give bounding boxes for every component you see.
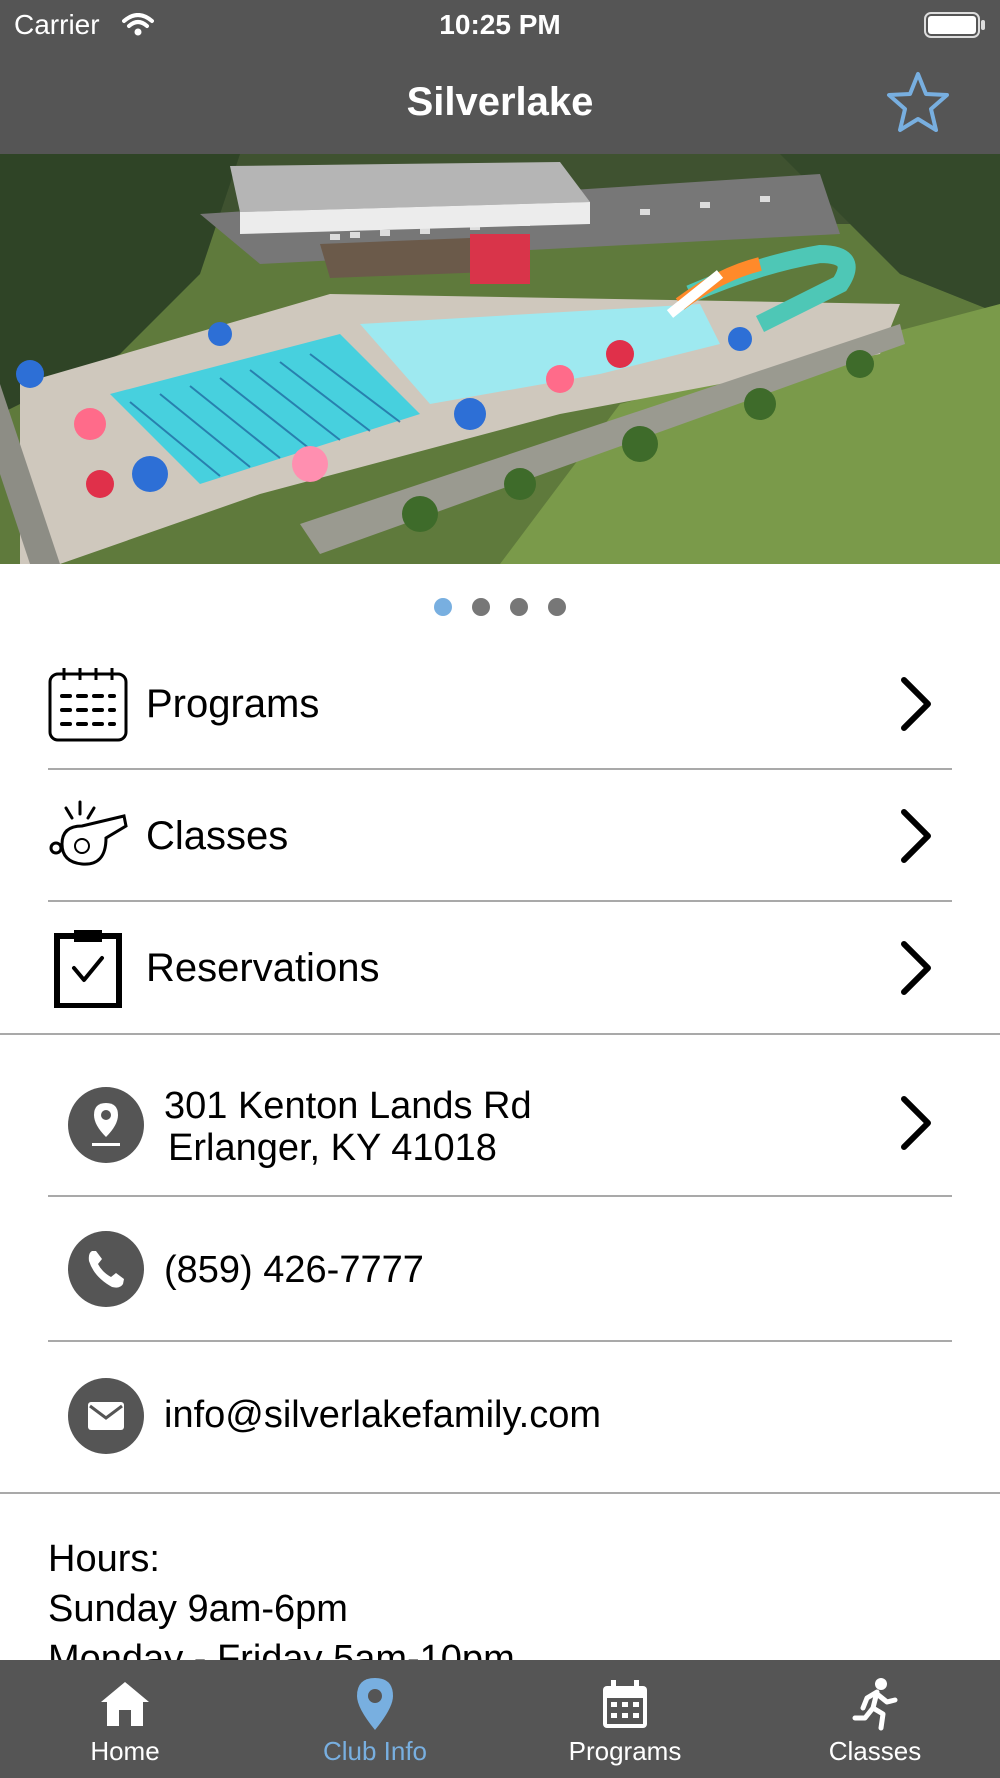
address-row[interactable]: 301 Kenton Lands Rd Erlanger, KY 41018 — [48, 1035, 952, 1197]
section-divider — [0, 1492, 1000, 1494]
menu-label-classes: Classes — [146, 814, 289, 858]
phone-number: (859) 426-7777 — [164, 1249, 424, 1291]
whistle-icon — [48, 796, 128, 876]
menu-row-programs[interactable]: Programs — [48, 638, 952, 770]
menu-row-classes[interactable]: Classes — [48, 770, 952, 902]
tab-label: Club Info — [322, 1736, 428, 1766]
star-icon[interactable] — [886, 70, 950, 139]
status-time: 10:25 PM — [439, 9, 561, 40]
status-bar: Carrier 10:25 PM — [0, 0, 1000, 50]
chevron-right-icon — [898, 676, 934, 737]
map-pin-icon — [347, 1676, 403, 1737]
page-dot[interactable] — [434, 598, 452, 616]
page-dot[interactable] — [510, 598, 528, 616]
carousel-page-indicator[interactable] — [0, 598, 1000, 622]
club-photo-carousel[interactable] — [0, 154, 1000, 564]
chevron-right-icon — [898, 940, 934, 1001]
tab-label: Classes — [828, 1736, 922, 1766]
calendar-icon — [48, 664, 128, 744]
navigation-bar: Silverlake — [0, 50, 1000, 154]
tab-classes[interactable]: Classes — [750, 1660, 1000, 1778]
hours-heading: Hours: — [48, 1538, 160, 1580]
phone-icon — [68, 1231, 144, 1307]
chevron-right-icon — [898, 1095, 934, 1156]
tab-home[interactable]: Home — [0, 1660, 250, 1778]
battery-icon — [924, 12, 986, 45]
map-pin-icon — [68, 1087, 144, 1163]
envelope-icon — [68, 1378, 144, 1454]
tab-programs[interactable]: Programs — [500, 1660, 750, 1778]
calendar-icon — [597, 1676, 653, 1737]
tab-label: Home — [90, 1736, 160, 1766]
page-dot[interactable] — [472, 598, 490, 616]
tab-bar: Home Club Info Programs Classes — [0, 1660, 1000, 1778]
chevron-right-icon — [898, 808, 934, 869]
email-row[interactable]: info@silverlakefamily.com — [48, 1342, 952, 1492]
email-address: info@silverlakefamily.com — [164, 1394, 601, 1436]
page-dot[interactable] — [548, 598, 566, 616]
hours-line: Sunday 9am-6pm — [48, 1588, 348, 1630]
clipboard-check-icon — [48, 928, 128, 1009]
phone-row[interactable]: (859) 426-7777 — [48, 1197, 952, 1342]
tab-club-info[interactable]: Club Info — [250, 1660, 500, 1778]
menu-row-reservations[interactable]: Reservations — [48, 902, 952, 1034]
address-line-1: 301 Kenton Lands Rd — [164, 1085, 532, 1127]
menu-label-reservations: Reservations — [146, 946, 380, 990]
home-icon — [97, 1676, 153, 1737]
tab-label: Programs — [568, 1736, 682, 1766]
running-person-icon — [847, 1676, 903, 1737]
address-line-2: Erlanger, KY 41018 — [168, 1127, 497, 1169]
menu-label-programs: Programs — [146, 682, 320, 726]
page-title: Silverlake — [406, 80, 594, 124]
